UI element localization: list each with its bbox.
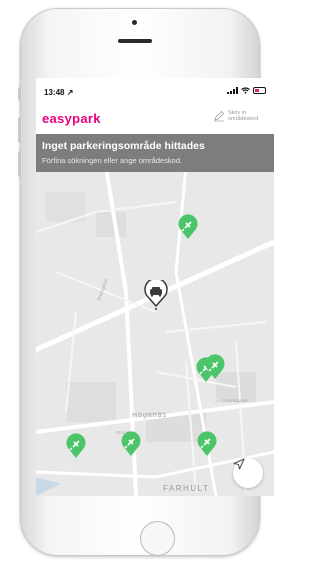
car-icon <box>144 280 168 310</box>
front-camera <box>132 20 137 25</box>
ev-charging-plug-icon <box>178 214 198 239</box>
center-location-button[interactable] <box>233 458 263 488</box>
wifi-icon <box>241 87 250 94</box>
map-area-label: Höganäs <box>132 412 168 419</box>
mute-switch <box>18 87 21 101</box>
enter-area-code-label: Skriv in områdeskod <box>228 110 259 122</box>
no-parking-area-banner: Inget parkeringsområde hittades Förfina … <box>36 134 274 172</box>
enter-area-code-button[interactable]: Skriv in områdeskod <box>213 110 268 122</box>
phone-screen: 13:48 ↗ easypark Skriv in områdeskod Ing… <box>36 78 274 496</box>
navigation-arrow-icon <box>233 458 245 470</box>
banner-title: Inget parkeringsområde hittades <box>42 140 205 152</box>
location-arrow-icon: ↗ <box>66 88 74 97</box>
earpiece-speaker <box>118 39 152 43</box>
volume-up-button <box>18 117 21 143</box>
battery-icon <box>253 87 266 94</box>
map-district-label: FARHULT <box>163 484 210 493</box>
ev-charging-plug-icon <box>197 431 217 456</box>
map-view[interactable]: Bruksgatan Centralgatan Storgatan Höganä… <box>36 172 274 496</box>
ev-charging-plug-icon <box>66 433 86 458</box>
status-bar: 13:48 ↗ <box>36 78 274 104</box>
home-button[interactable] <box>140 521 175 556</box>
volume-down-button <box>18 151 21 177</box>
street-label: Centralgatan <box>222 398 248 403</box>
ev-charging-plug-icon <box>121 431 141 456</box>
time-label: 13:48 <box>44 88 65 97</box>
cellular-signal-icon <box>227 87 238 94</box>
pencil-icon <box>214 110 225 122</box>
banner-subtitle: Förfina sökningen eller ange områdeskod. <box>42 156 183 165</box>
status-time: 13:48 ↗ <box>44 88 73 97</box>
easypark-logo: easypark <box>42 111 101 126</box>
ev-charging-plug-icon <box>205 354 225 379</box>
app-header: easypark Skriv in områdeskod <box>36 104 274 134</box>
